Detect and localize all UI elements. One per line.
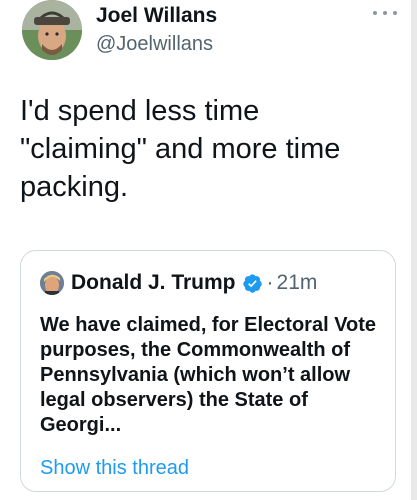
quoted-tweet-time: 21m	[276, 271, 318, 294]
quoted-tweet-text: We have claimed, for Electoral Vote purp…	[40, 314, 377, 436]
author-name[interactable]: Joel Willans	[96, 4, 217, 28]
quoted-author-name: Donald J. Trump	[71, 271, 236, 294]
dot	[373, 11, 377, 15]
dot	[393, 11, 397, 15]
dot	[383, 11, 387, 15]
author-handle[interactable]: @Joelwillans	[96, 33, 213, 56]
show-thread-link[interactable]: Show this thread	[40, 457, 189, 480]
tweet-text: I'd spend less time "claiming" and more …	[20, 95, 341, 203]
author-avatar[interactable]	[22, 0, 82, 60]
separator-dot: ·	[266, 271, 274, 294]
verified-badge-icon	[242, 273, 263, 294]
quoted-author-avatar	[40, 271, 64, 295]
quoted-tweet-header: Donald J. Trump · 21m	[40, 271, 317, 295]
quoted-tweet-card[interactable]: Donald J. Trump · 21m We have claimed, f…	[20, 250, 396, 492]
window-edge	[411, 0, 417, 500]
more-dots-icon[interactable]	[373, 6, 397, 20]
tweet: Joel Willans @Joelwillans I'd spend less…	[0, 0, 417, 500]
